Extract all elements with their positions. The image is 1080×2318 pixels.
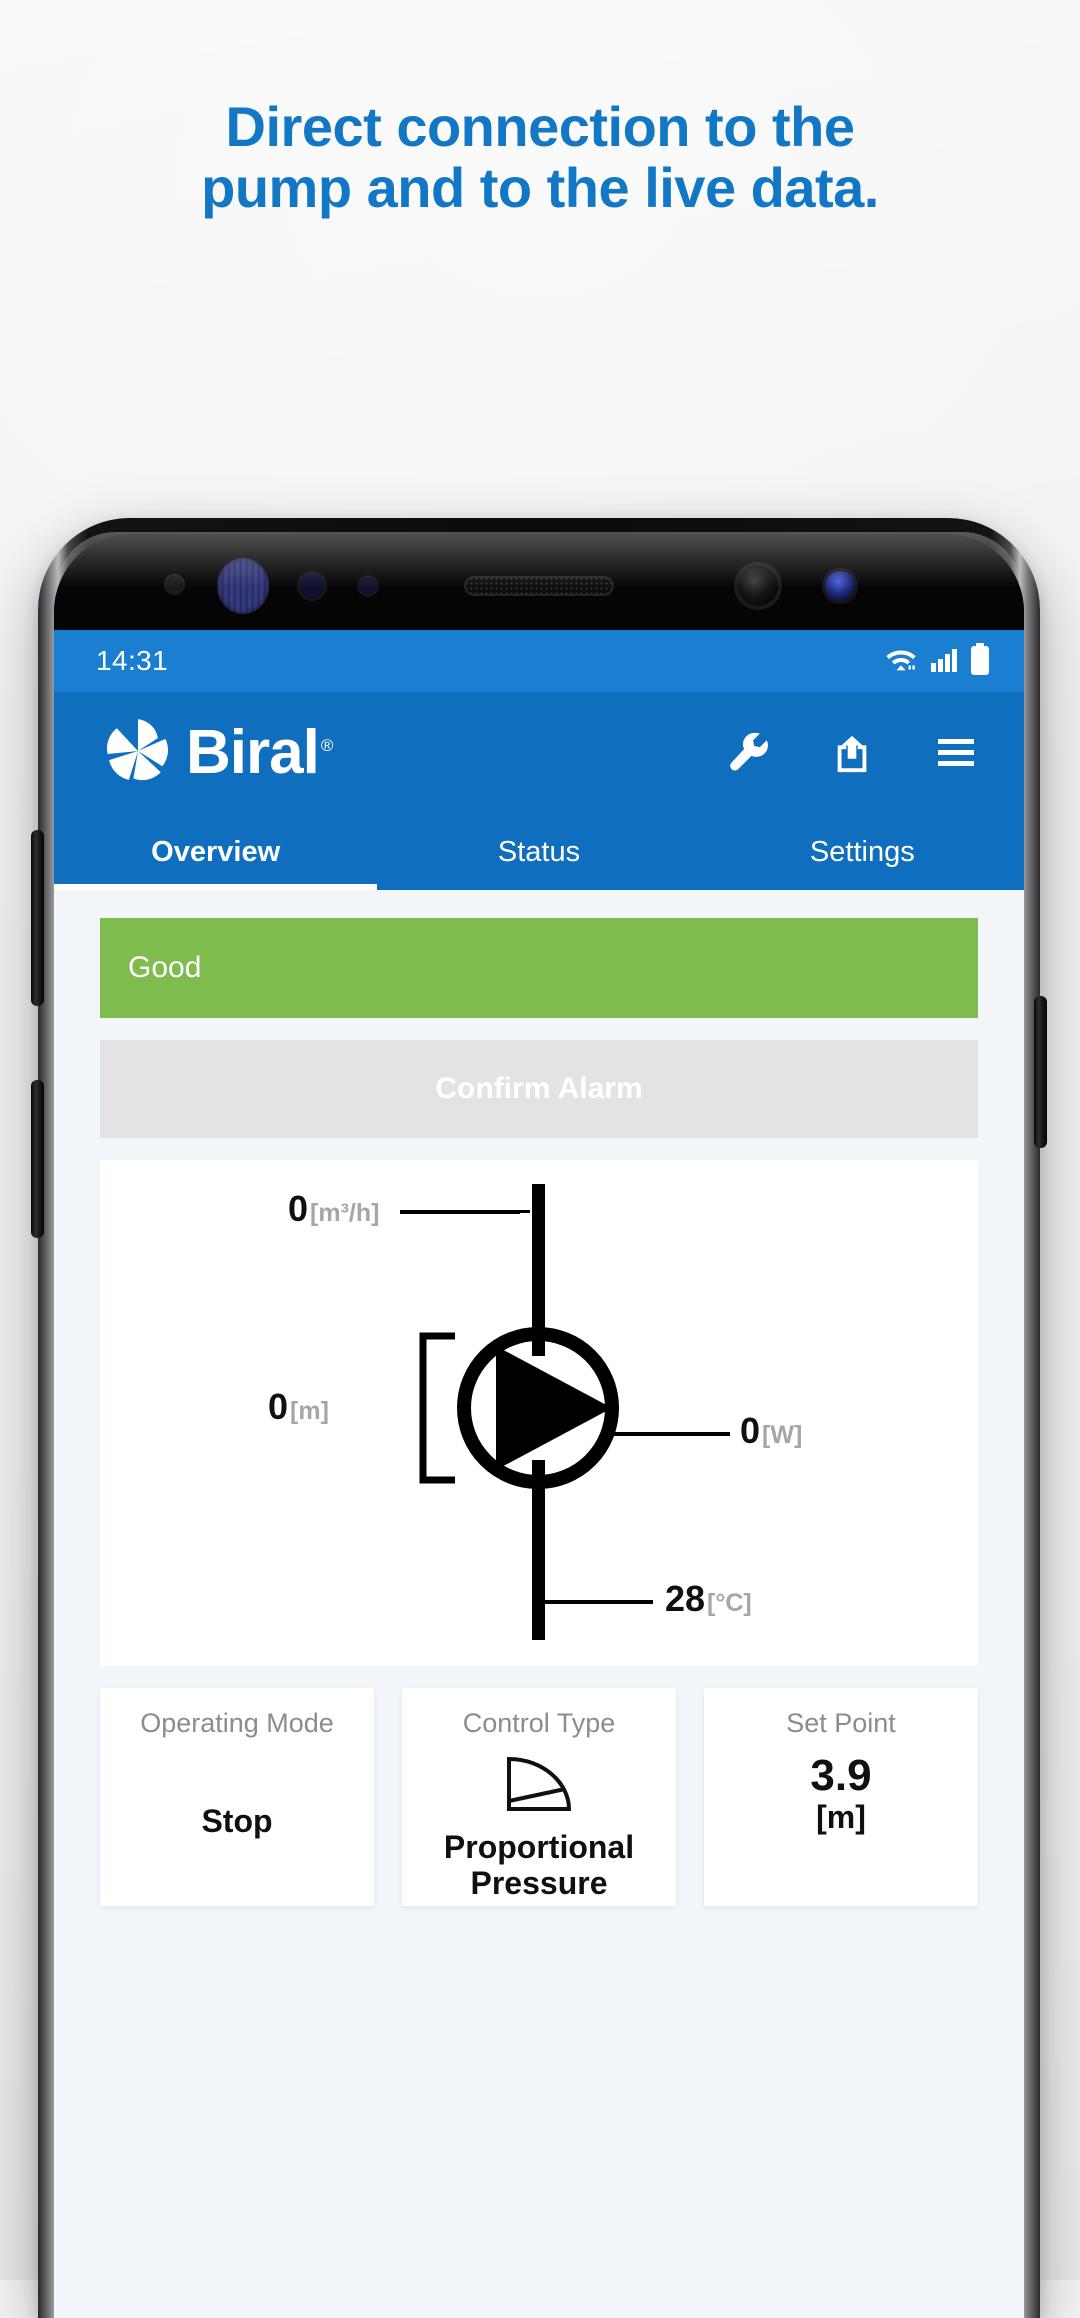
tab-overview[interactable]: Overview <box>54 814 378 890</box>
pump-schematic <box>400 1184 730 1640</box>
wrench-icon[interactable] <box>724 729 772 777</box>
tab-settings[interactable]: Settings <box>701 814 1024 890</box>
phone-bixby-button[interactable] <box>31 830 44 1006</box>
status-bar-clock: 14:31 <box>96 645 169 676</box>
temperature-readout: 28 [°C] <box>665 1578 752 1620</box>
confirm-alarm-label: Confirm Alarm <box>435 1072 643 1105</box>
headline-line-1: Direct connection to the <box>225 95 855 158</box>
head-unit: [m] <box>290 1397 329 1425</box>
iris-scanner-icon <box>217 558 269 614</box>
phone-mockup: 14:31 Biral ® Overview Status Settings G… <box>31 518 1047 2318</box>
battery-icon <box>970 642 990 680</box>
brand-logo: Biral ® <box>100 713 333 794</box>
cellular-signal-icon <box>929 644 959 679</box>
set-point-title: Set Point <box>786 1708 896 1738</box>
headline-line-2: pump and to the live data. <box>201 156 879 220</box>
set-point-card[interactable]: Set Point 3.9 [m] <box>704 1688 978 1906</box>
pump-diagram-card: 0 [m³/h] 0 [m] 0 [W] 28 [°C] <box>100 1160 978 1666</box>
set-point-value: 3.9 <box>810 1751 872 1800</box>
operating-mode-value: Stop <box>201 1802 273 1839</box>
flow-rate-value: 0 <box>288 1188 309 1229</box>
control-type-card[interactable]: Control Type Proportional Pressure <box>402 1688 676 1906</box>
proportional-pressure-curve-icon <box>503 1753 575 1820</box>
light-sensor-icon <box>357 575 379 597</box>
front-camera-icon <box>734 562 782 610</box>
summary-cards-row: Operating Mode Stop Control Type Proport… <box>100 1688 978 1906</box>
flow-rate-unit: [m³/h] <box>310 1199 380 1227</box>
control-type-value: Proportional Pressure <box>443 1829 635 1901</box>
notification-led-icon <box>822 568 858 604</box>
phone-volume-button[interactable] <box>31 1080 44 1238</box>
set-point-unit: [m] <box>816 1799 866 1836</box>
power-readout: 0 [W] <box>740 1410 802 1452</box>
control-type-title: Control Type <box>462 1708 616 1738</box>
proximity-sensor-icon <box>164 574 185 595</box>
flow-rate-readout: 0 [m³/h] <box>288 1188 379 1230</box>
head-readout: 0 [m] <box>268 1386 329 1428</box>
earpiece-speaker-icon <box>464 576 614 596</box>
share-icon[interactable] <box>828 729 876 777</box>
phone-sensor-bar <box>54 534 1024 630</box>
status-banner: Good <box>100 918 978 1018</box>
temperature-value: 28 <box>665 1578 706 1619</box>
brand-name: Biral ® <box>186 718 333 787</box>
biral-impeller-logo-icon <box>100 713 176 794</box>
app-bar: Biral ® <box>54 692 1024 814</box>
operating-mode-title: Operating Mode <box>140 1708 334 1738</box>
hamburger-menu-icon[interactable] <box>932 729 980 777</box>
phone-power-button[interactable] <box>1034 996 1047 1148</box>
power-unit: [W] <box>762 1421 803 1449</box>
wifi-icon <box>884 644 918 679</box>
android-status-bar: 14:31 <box>54 630 1024 692</box>
tab-bar: Overview Status Settings <box>54 814 1024 890</box>
app-bar-actions <box>724 729 988 777</box>
phone-display: 14:31 Biral ® Overview Status Settings G… <box>54 534 1024 2318</box>
head-value: 0 <box>268 1386 289 1427</box>
overview-content: Good Confirm Alarm 0 [m³/h] 0 [m] 0 [W] … <box>54 890 1024 2318</box>
promo-headline: Direct connection to the pump and to the… <box>0 96 1080 218</box>
app-screen: 14:31 Biral ® Overview Status Settings G… <box>54 630 1024 2318</box>
temperature-unit: [°C] <box>707 1589 752 1617</box>
operating-mode-card[interactable]: Operating Mode Stop <box>100 1688 374 1906</box>
power-value: 0 <box>740 1410 761 1451</box>
status-bar-icons <box>884 642 990 680</box>
confirm-alarm-button[interactable]: Confirm Alarm <box>100 1040 978 1138</box>
tab-status[interactable]: Status <box>377 814 700 890</box>
sensor-dot-icon <box>297 571 327 601</box>
registered-trademark-mark: ® <box>320 736 333 756</box>
status-banner-label: Good <box>128 951 202 984</box>
